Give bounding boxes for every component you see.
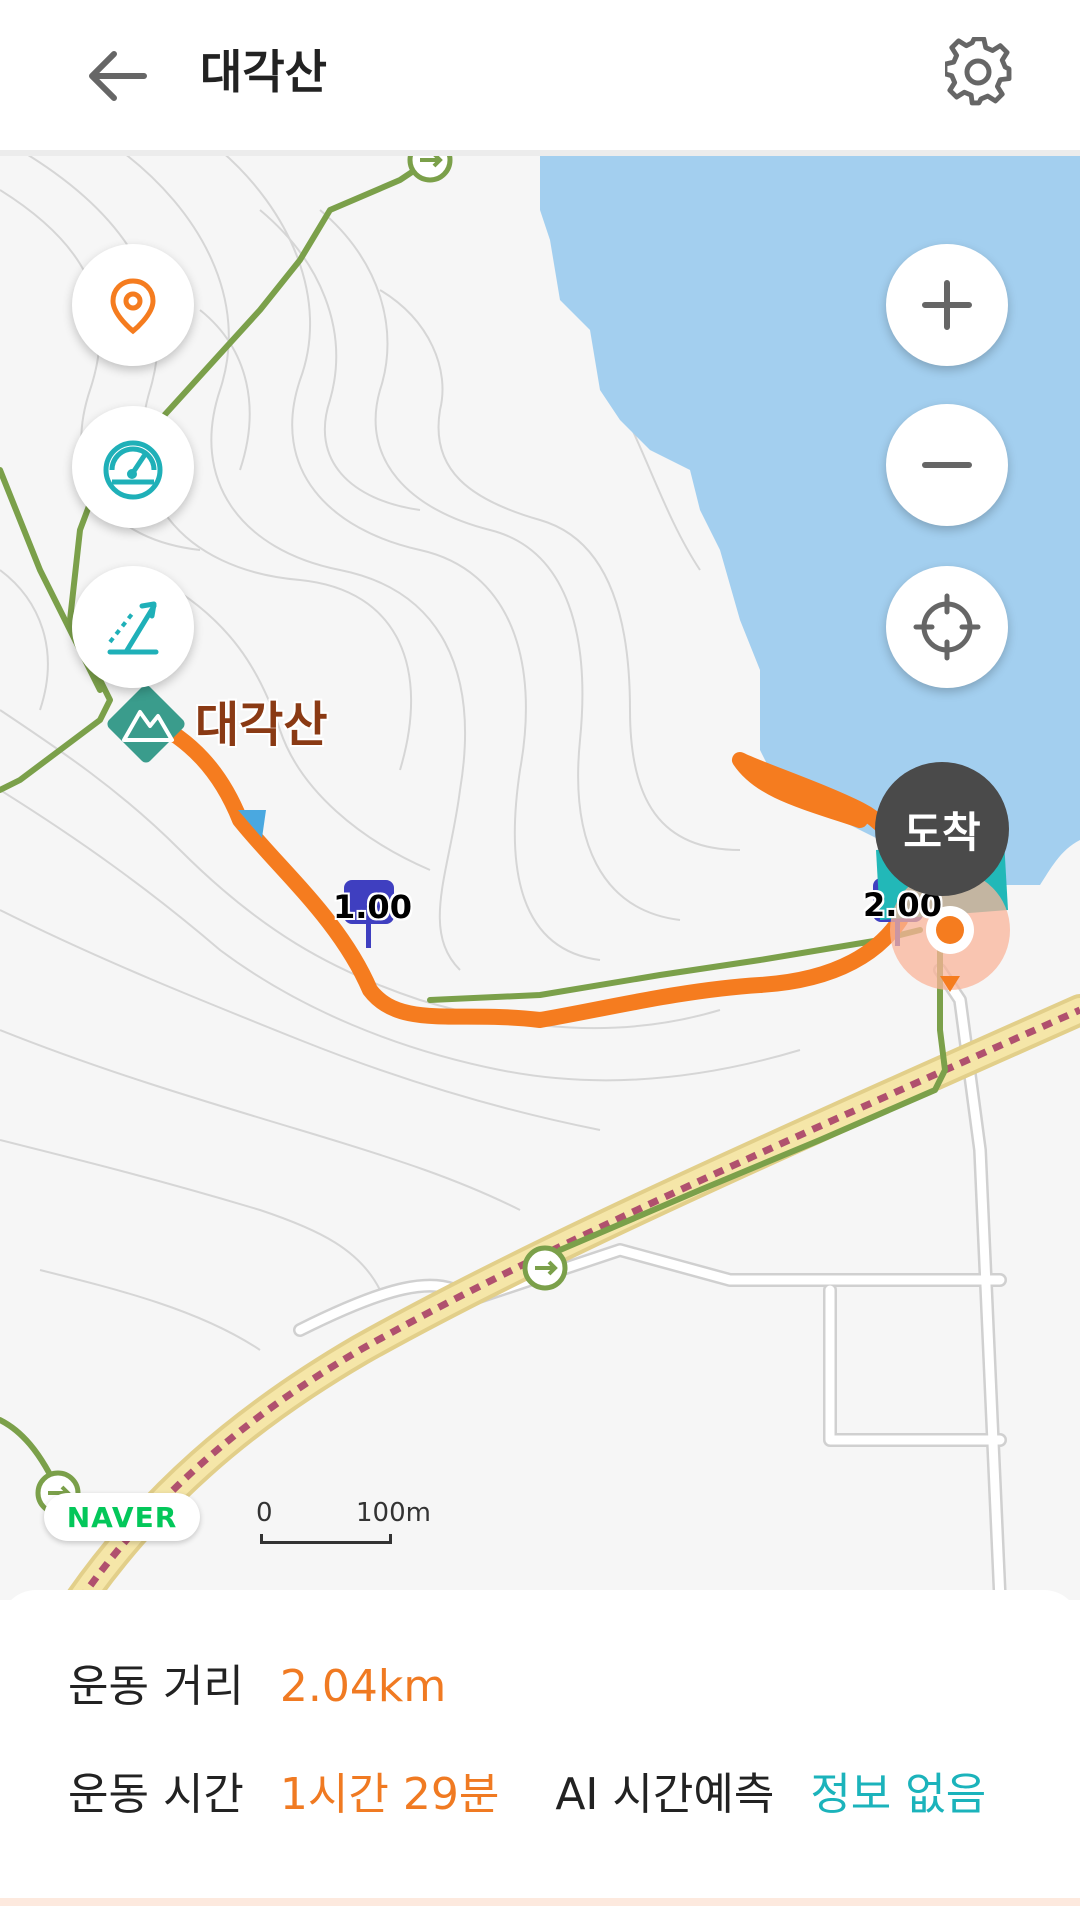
scale-start-label: 0 [256, 1498, 273, 1528]
speed-button[interactable] [72, 406, 194, 528]
recenter-button[interactable] [886, 566, 1008, 688]
arrival-badge[interactable]: 도착 [875, 762, 1009, 896]
crosshair-icon [913, 593, 981, 661]
zoom-out-button[interactable] [886, 404, 1008, 526]
zoom-out-icon [922, 462, 972, 468]
zoom-in-icon [922, 280, 972, 330]
panel-bottom-strip [0, 1898, 1080, 1906]
km-marker-label: 1.00 [333, 888, 412, 926]
map-view[interactable]: 대각산 1.00 2.00 도착 NAVER 0 100m [0, 150, 1080, 1600]
arrow-left-icon [89, 51, 147, 101]
time-label: 운동 시간 [68, 1769, 244, 1820]
peak-label: 대각산 [195, 697, 328, 753]
water-body [540, 150, 1080, 885]
scale-bar [260, 1534, 392, 1544]
app-header: 대각산 [0, 0, 1080, 150]
settings-button[interactable] [930, 22, 1030, 122]
location-pin-icon [110, 278, 156, 335]
time-value: 1시간 29분 [279, 1769, 500, 1820]
distance-value: 2.04km [279, 1661, 447, 1712]
zoom-in-button[interactable] [886, 244, 1008, 366]
distance-label: 운동 거리 [68, 1661, 244, 1712]
distance-row: 운동 거리 2.04km [68, 1650, 446, 1714]
main-road [64, 994, 1080, 1600]
back-button[interactable] [68, 28, 164, 124]
map-scale: 0 100m [256, 1498, 431, 1548]
slope-icon [107, 601, 159, 655]
slope-button[interactable] [72, 566, 194, 688]
location-button[interactable] [72, 244, 194, 366]
peak-marker-icon [107, 685, 185, 763]
page-title: 대각산 [200, 45, 327, 99]
ai-prediction-label: AI 시간예측 [555, 1769, 775, 1820]
speedometer-icon [103, 440, 163, 500]
time-row: 운동 시간 1시간 29분 AI 시간예측 정보 없음 [68, 1758, 986, 1822]
stats-panel: 운동 거리 2.04km 운동 시간 1시간 29분 AI 시간예측 정보 없음 [0, 1590, 1080, 1906]
gear-icon [945, 37, 1012, 106]
scale-distance-label: 100m [356, 1498, 431, 1528]
naver-logo: NAVER [44, 1493, 200, 1541]
ai-prediction-value: 정보 없음 [810, 1769, 987, 1820]
rail-line [77, 1006, 1080, 1600]
